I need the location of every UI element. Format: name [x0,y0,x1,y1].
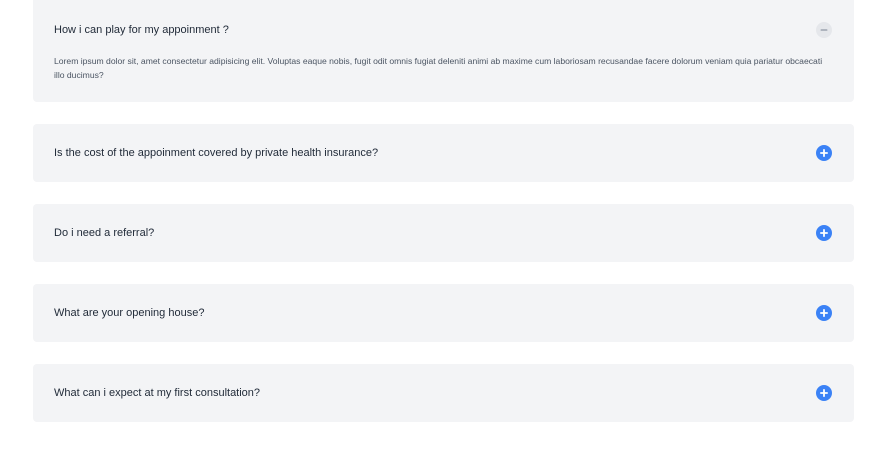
faq-question[interactable]: Do i need a referral? [54,226,154,240]
faq-item[interactable]: What can i expect at my first consultati… [33,364,854,422]
minus-circle-icon[interactable] [816,22,832,38]
faq-question[interactable]: What can i expect at my first consultati… [54,386,260,400]
plus-circle-icon[interactable] [816,145,832,161]
faq-accordion: How i can play for my appoinment ? Lorem… [0,0,896,452]
faq-item[interactable]: What are your opening house? [33,284,854,342]
faq-answer: Lorem ipsum dolor sit, amet consectetur … [54,56,823,80]
plus-circle-icon[interactable] [816,385,832,401]
faq-question[interactable]: How i can play for my appoinment ? [54,23,229,37]
faq-question[interactable]: Is the cost of the appoinment covered by… [54,146,378,160]
faq-item-expanded[interactable]: How i can play for my appoinment ? Lorem… [33,0,854,102]
faq-item[interactable]: Is the cost of the appoinment covered by… [33,124,854,182]
faq-question[interactable]: What are your opening house? [54,306,204,320]
faq-item[interactable]: Do i need a referral? [33,204,854,262]
plus-circle-icon[interactable] [816,305,832,321]
plus-circle-icon[interactable] [816,225,832,241]
